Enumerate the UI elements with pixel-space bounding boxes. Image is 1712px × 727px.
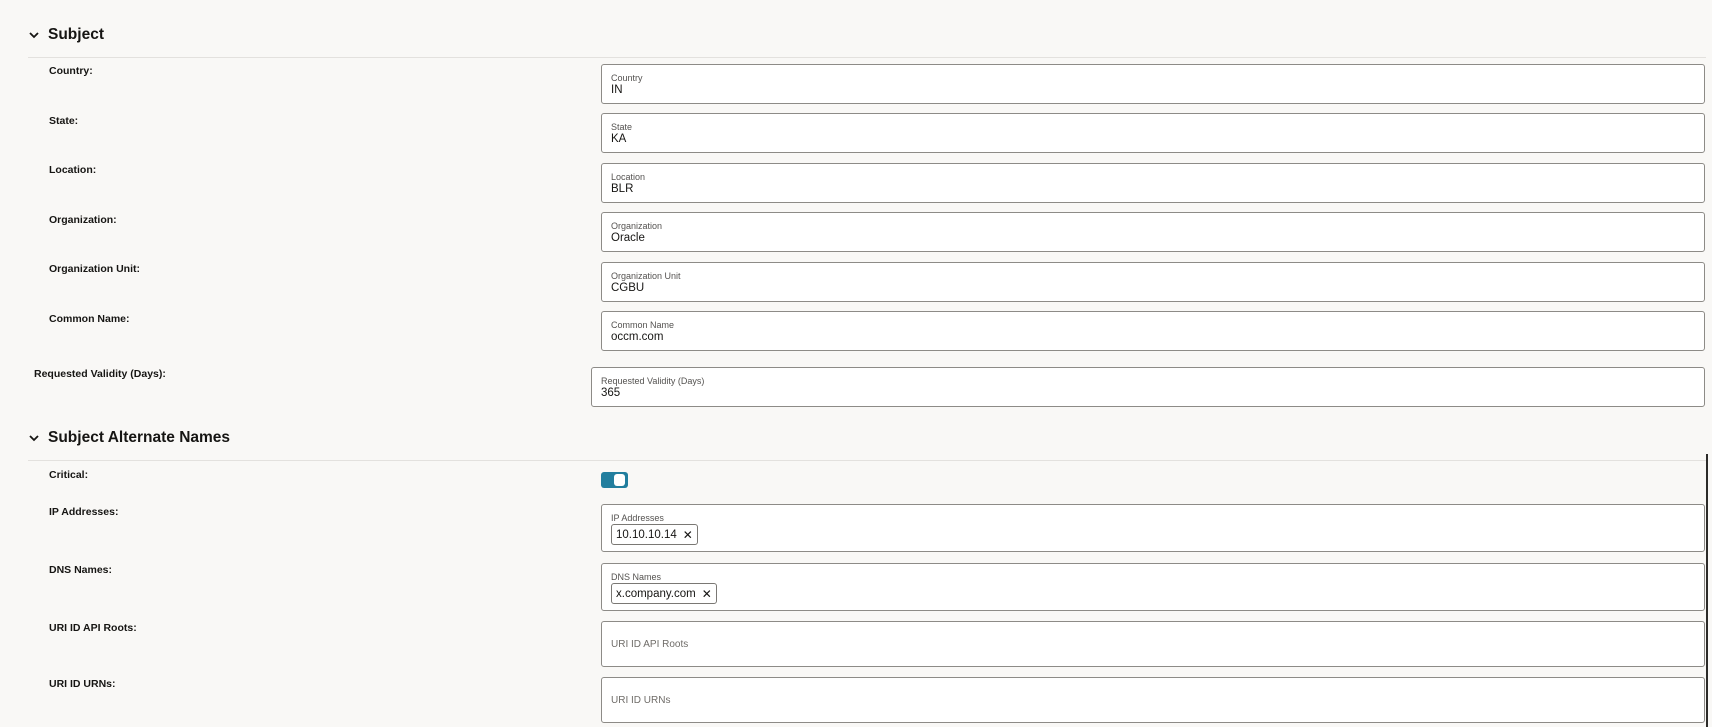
common-name-value[interactable]: occm.com — [611, 331, 663, 343]
organization-value[interactable]: Oracle — [611, 232, 645, 244]
dns-names-field[interactable]: DNS Names x.company.com ✕ — [601, 563, 1705, 611]
organization-field-label: Organization — [611, 221, 663, 231]
location-label: Location: — [49, 164, 97, 176]
uri-urns-field[interactable]: URI ID URNs — [601, 677, 1705, 723]
chevron-down-icon — [28, 432, 40, 444]
subject-section-toggle[interactable]: Subject — [28, 26, 104, 44]
country-field[interactable]: Country IN — [601, 64, 1705, 104]
location-field-label: Location — [611, 172, 646, 182]
chip-text: 10.10.10.14 — [616, 528, 677, 541]
state-field[interactable]: State KA — [601, 113, 1705, 153]
chip-text: x.company.com — [616, 587, 696, 600]
uri-api-roots-label: URI ID API Roots: — [49, 622, 137, 634]
validity-value[interactable]: 365 — [601, 387, 620, 399]
validity-field-label: Requested Validity (Days) — [601, 376, 705, 386]
organization-unit-field-label: Organization Unit — [611, 271, 681, 281]
country-field-label: Country — [611, 73, 643, 83]
critical-toggle[interactable] — [601, 472, 628, 488]
uri-urns-placeholder: URI ID URNs — [611, 695, 671, 706]
toggle-knob — [614, 474, 625, 486]
scrollbar[interactable] — [1706, 454, 1708, 727]
organization-field[interactable]: Organization Oracle — [601, 212, 1705, 252]
san-section-toggle[interactable]: Subject Alternate Names — [28, 429, 230, 447]
common-name-field-label: Common Name — [611, 320, 675, 330]
dns-name-chip: x.company.com ✕ — [611, 583, 717, 604]
uri-api-roots-placeholder: URI ID API Roots — [611, 639, 689, 650]
organization-unit-value[interactable]: CGBU — [611, 282, 644, 294]
ip-address-chip: 10.10.10.14 ✕ — [611, 524, 698, 545]
location-value[interactable]: BLR — [611, 183, 633, 195]
ip-addresses-field-label: IP Addresses — [611, 513, 664, 523]
organization-label: Organization: — [49, 214, 117, 226]
dns-names-field-label: DNS Names — [611, 572, 662, 582]
close-icon[interactable]: ✕ — [683, 528, 693, 542]
section-title: Subject — [48, 26, 104, 43]
dns-names-label: DNS Names: — [49, 564, 113, 576]
organization-unit-label: Organization Unit: — [49, 263, 140, 275]
organization-unit-field[interactable]: Organization Unit CGBU — [601, 262, 1705, 302]
validity-label: Requested Validity (Days): — [34, 368, 166, 380]
common-name-field[interactable]: Common Name occm.com — [601, 311, 1705, 351]
section-title: Subject Alternate Names — [48, 429, 231, 446]
country-value[interactable]: IN — [611, 84, 623, 96]
state-value[interactable]: KA — [611, 133, 626, 145]
section-divider — [28, 57, 1706, 58]
ip-addresses-label: IP Addresses: — [49, 506, 119, 518]
critical-label: Critical: — [49, 469, 89, 481]
location-field[interactable]: Location BLR — [601, 163, 1705, 203]
section-divider — [28, 460, 1706, 461]
validity-field[interactable]: Requested Validity (Days) 365 — [591, 367, 1705, 407]
state-field-label: State — [611, 122, 633, 132]
uri-api-roots-field[interactable]: URI ID API Roots — [601, 621, 1705, 667]
close-icon[interactable]: ✕ — [702, 587, 712, 601]
ip-addresses-field[interactable]: IP Addresses 10.10.10.14 ✕ — [601, 504, 1705, 552]
common-name-label: Common Name: — [49, 313, 130, 325]
uri-urns-label: URI ID URNs: — [49, 678, 116, 690]
chevron-down-icon — [28, 29, 40, 41]
state-label: State: — [49, 115, 79, 127]
country-label: Country: — [49, 65, 93, 77]
